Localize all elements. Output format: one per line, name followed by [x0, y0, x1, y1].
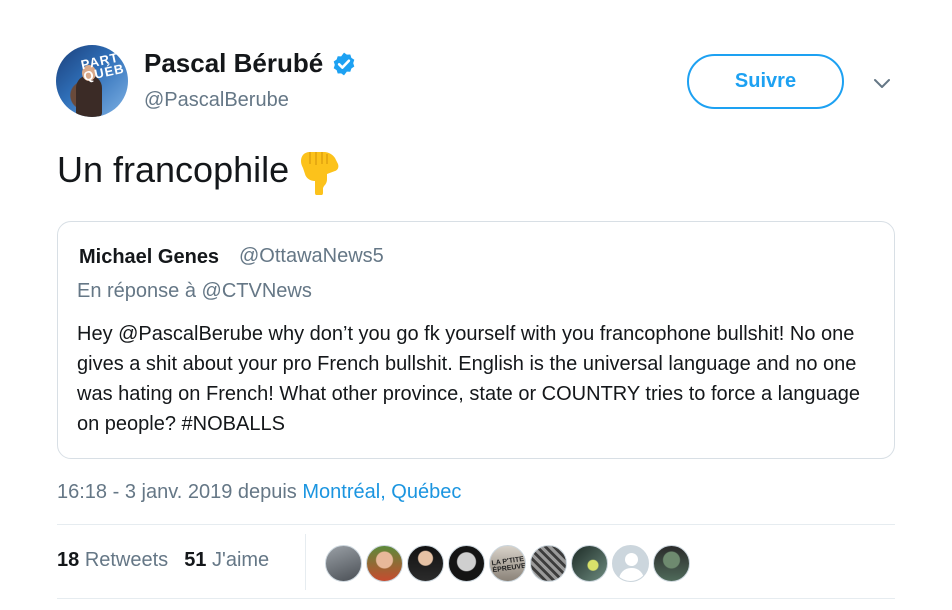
retweets-count: 18: [57, 549, 80, 571]
quoted-author-handle[interactable]: @OttawaNews5: [239, 245, 384, 268]
tweet-text: Un francophile: [57, 149, 290, 190]
likers-avatars: LA P'TITE ÉPREUVE: [325, 545, 690, 582]
stats-separator: [305, 534, 306, 590]
quoted-tweet[interactable]: Michael Genes @OttawaNews5 En réponse à …: [57, 221, 895, 459]
author-name[interactable]: Pascal Bérubé: [144, 48, 323, 79]
avatar-logo-text: PART QUÉB: [79, 49, 127, 85]
default-avatar-icon[interactable]: [612, 545, 649, 582]
tweet-timestamp[interactable]: 16:18 - 3 janv. 2019 depuis: [57, 481, 302, 503]
liker-avatar[interactable]: [530, 545, 567, 582]
verified-badge-icon: [333, 52, 355, 75]
chevron-down-icon[interactable]: [872, 74, 892, 94]
quoted-tweet-text: Hey @PascalBerube why don’t you go fk yo…: [77, 323, 860, 435]
author-name-row[interactable]: Pascal Bérubé: [144, 48, 357, 79]
pointing-down-emoji-icon: [301, 152, 339, 195]
likes-stat[interactable]: 51 J'aime: [184, 549, 269, 572]
author-avatar[interactable]: PART QUÉB: [56, 45, 128, 117]
tweet-meta: 16:18 - 3 janv. 2019 depuis Montréal, Qu…: [57, 481, 461, 504]
quoted-reply-to: En réponse à @CTVNews: [77, 280, 312, 302]
quoted-author-name[interactable]: Michael Genes: [79, 246, 219, 269]
liker-avatar[interactable]: [653, 545, 690, 582]
retweets-stat[interactable]: 18 Retweets: [57, 549, 168, 572]
liker-avatar[interactable]: [366, 545, 403, 582]
likes-label: J'aime: [212, 549, 270, 571]
tweet-location-link[interactable]: Montréal, Québec: [302, 481, 461, 503]
tweet-text-row: Un francophile: [57, 145, 343, 195]
liker-avatar[interactable]: [325, 545, 362, 582]
author-handle[interactable]: @PascalBerube: [144, 89, 289, 112]
divider-bottom: [57, 598, 895, 599]
liker-avatar[interactable]: [407, 545, 444, 582]
retweets-label: Retweets: [84, 549, 169, 571]
tweet-stats: 18 Retweets 51 J'aime: [57, 549, 269, 572]
liker-avatar[interactable]: [448, 545, 485, 582]
divider-top: [57, 524, 895, 525]
follow-button[interactable]: Suivre: [687, 54, 844, 109]
liker-avatar[interactable]: LA P'TITE ÉPREUVE: [489, 545, 526, 582]
likes-count: 51: [184, 549, 207, 571]
liker-avatar[interactable]: [571, 545, 608, 582]
liker-avatar-text: LA P'TITE ÉPREUVE: [491, 555, 526, 575]
